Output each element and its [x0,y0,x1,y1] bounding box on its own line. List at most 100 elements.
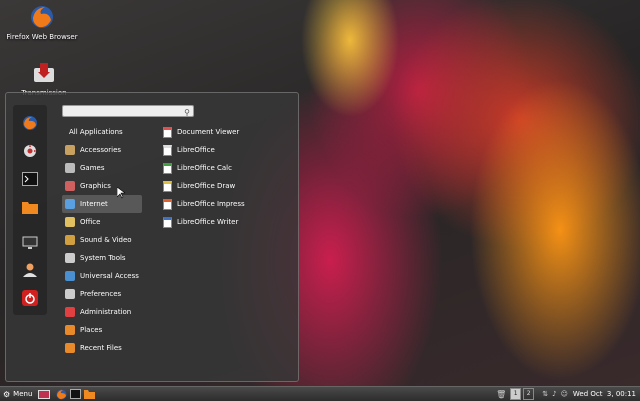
trash-button[interactable]: 🗑 [496,387,506,401]
category-label: Administration [80,308,132,316]
launcher-files[interactable] [84,387,96,401]
category-label: Office [80,218,101,226]
document-icon [163,198,172,210]
monitor-icon [22,236,38,249]
volume-icon: ♪ [552,390,557,398]
category-item[interactable]: Graphics [62,177,142,195]
category-icon [65,217,75,227]
clock[interactable]: Wed Oct 3, 00:11 [573,387,636,401]
category-item[interactable]: Preferences [62,285,142,303]
category-label: Accessories [80,146,122,154]
tray-volume[interactable]: ♪ [552,387,556,401]
menu-button[interactable]: ⚙ Menu [3,387,32,401]
folder-icon [84,390,96,399]
category-icon [65,253,75,263]
category-icon [65,271,75,281]
menu-icon: ⚙ [3,389,11,399]
launcher-firefox[interactable] [56,387,67,401]
app-label: Document Viewer [177,128,240,136]
app-label: LibreOffice Draw [177,182,236,190]
category-icon [65,235,75,245]
favorites-bar [13,105,47,315]
category-icon [65,289,75,299]
app-item[interactable]: LibreOffice [161,141,291,159]
all-applications-item[interactable]: All Applications [62,123,142,141]
document-icon [163,180,172,192]
workspace-2[interactable]: 2 [523,388,535,400]
favorite-user[interactable] [19,260,41,280]
category-item[interactable]: Recent Files [62,339,142,357]
favorite-settings[interactable] [19,141,41,161]
bottom-panel: ⚙ Menu 🗑 1 2 ⇅ ♪ ☺ Wed Oct 3, 00:11 [0,386,640,401]
app-item[interactable]: LibreOffice Writer [161,213,291,231]
terminal-icon [22,172,38,186]
category-label: System Tools [80,254,126,262]
document-icon [163,162,172,174]
app-label: LibreOffice Impress [177,200,245,208]
workspace-switcher: 1 2 [510,387,536,401]
category-item[interactable]: Office [62,213,142,231]
category-label: Sound & Video [80,236,132,244]
app-label: LibreOffice Calc [177,164,232,172]
category-item[interactable]: Administration [62,303,142,321]
category-item[interactable]: Places [62,321,142,339]
category-icon [65,163,75,173]
app-item[interactable]: LibreOffice Draw [161,177,291,195]
category-icon [65,307,75,317]
document-icon [163,126,172,138]
category-label: Recent Files [80,344,122,352]
tray-user[interactable]: ☺ [561,387,568,401]
power-icon [22,290,38,306]
category-label: Preferences [80,290,122,298]
firefox-icon [56,389,67,399]
user-icon: ☺ [560,390,568,398]
settings-icon [24,144,37,157]
favorite-terminal[interactable] [19,169,41,189]
show-desktop-button[interactable] [38,387,51,401]
category-item[interactable]: Universal Access [62,267,142,285]
workspace-1[interactable]: 1 [510,388,522,400]
launcher-terminal[interactable] [70,387,82,401]
category-icon [65,325,75,335]
app-label: LibreOffice Writer [177,218,239,226]
network-icon: ⇅ [542,390,549,398]
category-list: All Applications Accessories Games Graphic… [62,123,142,357]
category-icon [65,145,75,155]
category-item[interactable]: Accessories [62,141,142,159]
firefox-icon [29,4,55,30]
category-item[interactable]: Games [62,159,142,177]
category-item[interactable]: System Tools [62,249,142,267]
document-icon [163,216,172,228]
favorite-files[interactable] [19,197,41,217]
category-icon [65,181,75,191]
document-icon [163,144,172,156]
category-label: Graphics [80,182,111,190]
favorite-power[interactable] [19,288,41,308]
favorite-firefox[interactable] [19,113,41,133]
category-icon [65,199,75,209]
terminal-icon [70,389,82,399]
application-menu: ⚲ All Applications Accessories Games Graph… [5,92,299,382]
app-item[interactable]: LibreOffice Impress [161,195,291,213]
search-input[interactable]: ⚲ [62,105,194,117]
category-label: Internet [80,200,108,208]
category-item[interactable]: Sound & Video [62,231,142,249]
desktop-icon [38,389,51,399]
user-icon [23,263,37,277]
app-list: Document Viewer LibreOffice LibreOffice Ca… [161,123,291,231]
category-label: Places [80,326,103,334]
firefox-icon [23,116,37,130]
app-label: LibreOffice [177,146,215,154]
category-item[interactable]: Internet [62,195,142,213]
desktop-icon-firefox[interactable]: Firefox Web Browser [2,4,82,42]
trash-icon: 🗑 [496,389,507,399]
tray-network[interactable]: ⇅ [542,387,548,401]
folder-icon [22,202,38,214]
favorite-display[interactable] [19,233,41,253]
mouse-cursor-icon [117,187,125,199]
category-label: Games [80,164,105,172]
category-label: Universal Access [80,272,139,280]
app-item[interactable]: LibreOffice Calc [161,159,291,177]
app-item[interactable]: Document Viewer [161,123,291,141]
search-icon: ⚲ [184,108,190,117]
